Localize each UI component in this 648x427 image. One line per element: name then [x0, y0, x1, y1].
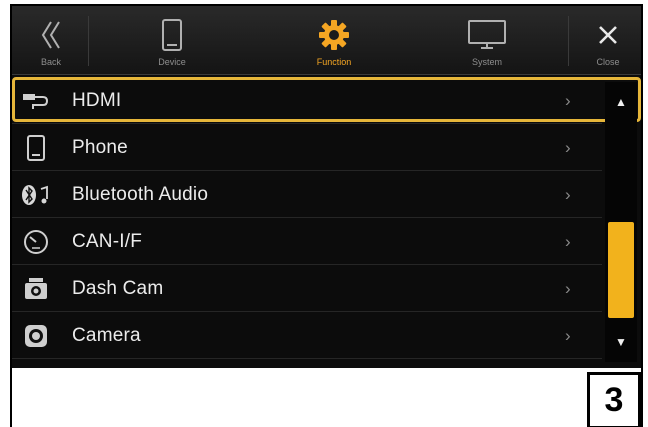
list-item-label: Phone: [72, 136, 128, 158]
phone-icon: [21, 133, 51, 163]
tab-function-label: Function: [316, 57, 352, 67]
list-item-dash-cam[interactable]: Dash Cam ›: [12, 266, 602, 312]
list-item-bluetooth-audio[interactable]: Bluetooth Audio ›: [12, 172, 602, 218]
chevron-right-icon: ›: [565, 231, 571, 251]
chevron-right-icon: ›: [565, 184, 571, 204]
bluetooth-audio-icon: [21, 180, 51, 210]
list-item-phone[interactable]: Phone ›: [12, 125, 602, 171]
tab-divider: [568, 16, 569, 66]
tab-close[interactable]: Close: [578, 6, 638, 75]
chevron-right-icon: ›: [565, 278, 571, 298]
scrollbar[interactable]: ▲ ▼: [605, 82, 637, 362]
back-chevron-icon: [39, 14, 63, 56]
list-item-hdmi[interactable]: HDMI ›: [12, 78, 602, 124]
gauge-icon: [21, 227, 51, 257]
chevron-right-icon: ›: [565, 90, 571, 110]
list-item-camera[interactable]: Camera ›: [12, 313, 602, 359]
hdmi-cable-icon: [21, 86, 51, 116]
scroll-up-button[interactable]: ▲: [605, 84, 637, 120]
tab-device[interactable]: Device: [112, 6, 232, 75]
tab-divider: [88, 16, 89, 66]
list-item-label: HDMI: [72, 89, 122, 111]
close-icon: [597, 14, 619, 56]
page-number: 3: [587, 372, 641, 427]
chevron-right-icon: ›: [565, 137, 571, 157]
list-item-label: CAN-I/F: [72, 230, 143, 252]
tab-device-label: Device: [158, 57, 186, 67]
top-tab-bar: Back Device Function System Close: [12, 6, 641, 75]
tab-back[interactable]: Back: [20, 6, 82, 75]
tab-function[interactable]: Function: [274, 6, 394, 75]
list-item-label: Bluetooth Audio: [72, 183, 209, 205]
figure-frame: Back Device Function System Close HDMI ›…: [10, 4, 643, 427]
list-item-can-if[interactable]: CAN-I/F ›: [12, 219, 602, 265]
scroll-down-button[interactable]: ▼: [605, 324, 637, 360]
tab-system-label: System: [471, 57, 502, 67]
chevron-right-icon: ›: [565, 325, 571, 345]
scroll-thumb[interactable]: [608, 222, 634, 318]
dash-cam-icon: [21, 274, 51, 304]
tab-system[interactable]: System: [422, 6, 552, 75]
list-item-label: Dash Cam: [72, 277, 164, 299]
tab-back-label: Back: [40, 57, 61, 67]
gear-icon: [318, 14, 350, 56]
monitor-icon: [467, 14, 507, 56]
tab-close-label: Close: [596, 57, 620, 67]
device-phone-icon: [161, 14, 183, 56]
head-unit-screen: Back Device Function System Close HDMI ›…: [12, 6, 641, 368]
camera-lens-icon: [21, 321, 51, 351]
list-item-label: Camera: [72, 324, 141, 346]
